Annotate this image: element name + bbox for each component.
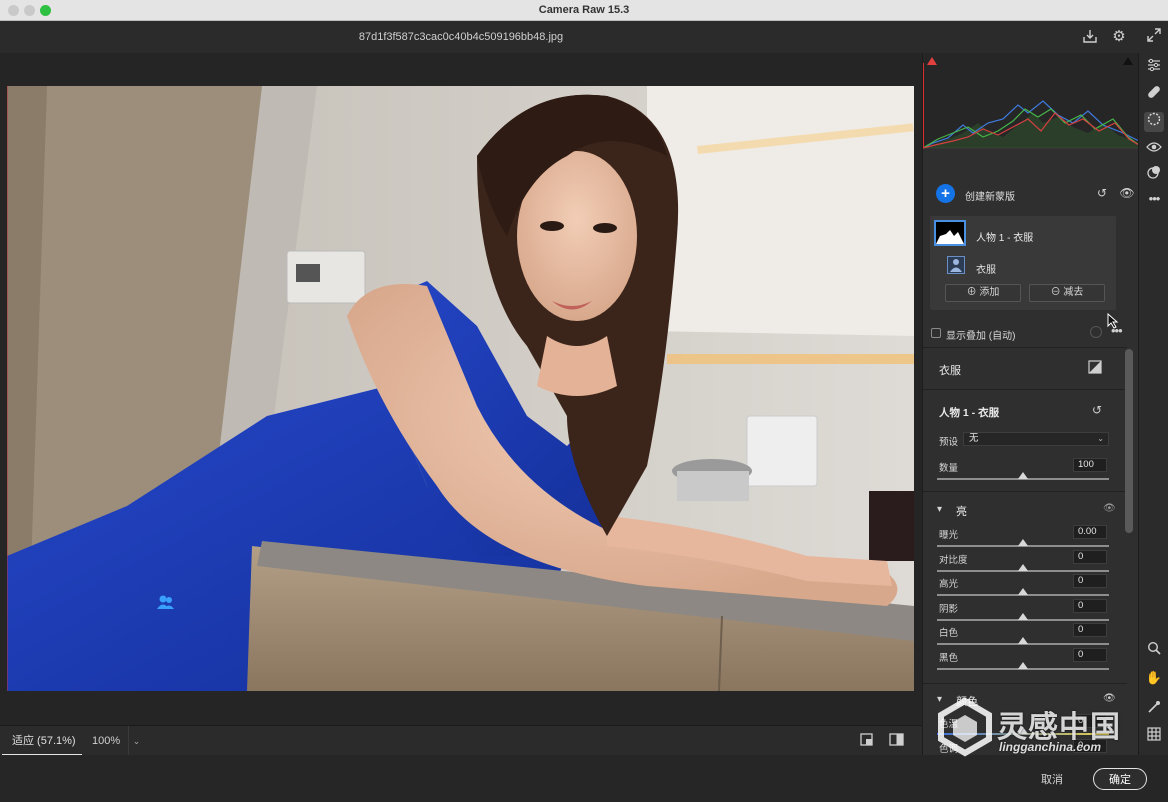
zoom-icon[interactable] — [1144, 641, 1164, 661]
preset-select[interactable]: 无 ⌄ — [963, 432, 1109, 446]
temperature-label: 色温 — [939, 719, 959, 730]
invert-mask-icon[interactable] — [1087, 360, 1103, 376]
highlights-value[interactable]: 0 — [1073, 574, 1107, 588]
image-canvas[interactable] — [0, 53, 922, 725]
shadows-label: 阴影 — [939, 604, 959, 615]
section-component: 衣服 — [923, 347, 1127, 389]
tool-strip: ••• ✋ — [1138, 53, 1168, 755]
zoom-100-option[interactable]: 100% — [92, 726, 120, 756]
zoom-fit-option[interactable]: 适应 (57.1%) — [2, 726, 82, 756]
tint-value[interactable]: 0 — [1073, 739, 1107, 753]
collapse-chevron-icon[interactable]: ▾ — [937, 504, 942, 515]
ok-button[interactable]: 确定 — [1093, 768, 1147, 790]
fullscreen-icon[interactable] — [1145, 28, 1163, 46]
eyedropper-icon[interactable] — [1144, 700, 1164, 720]
temperature-slider-thumb[interactable] — [1018, 727, 1028, 734]
blacks-label: 黑色 — [939, 653, 959, 664]
eye-icon[interactable]: 👁 — [1119, 185, 1135, 201]
sliders-icon[interactable] — [1144, 58, 1164, 78]
show-overlay-label[interactable]: 显示叠加 (自动) — [946, 327, 1015, 342]
overlay-row: 显示叠加 (自动) ••• — [923, 321, 1138, 343]
section-color: ▾ 颜色 👁 色温 0 色调 0 — [923, 683, 1127, 755]
contrast-value[interactable]: 0 — [1073, 550, 1107, 564]
amount-label: 数量 — [939, 463, 959, 474]
more-icon[interactable]: ••• — [1144, 189, 1164, 209]
blacks-slider-thumb[interactable] — [1018, 662, 1028, 669]
add-icon: ⊕ — [966, 287, 980, 298]
presets-icon[interactable] — [1144, 165, 1164, 185]
shadows-value[interactable]: 0 — [1073, 599, 1107, 613]
edit-panel: + 创建新蒙版 ↺ 👁 人物 1 - 衣服 衣服 ⊕ 添加 ⊖ 减去 显示叠加 … — [922, 53, 1138, 755]
window-title: Camera Raw 15.3 — [538, 4, 630, 16]
exposure-label: 曝光 — [939, 530, 959, 541]
mask-header: + 创建新蒙版 ↺ 👁 — [923, 176, 1138, 210]
reset-settings-icon[interactable]: ↺ — [1089, 402, 1105, 418]
subtract-icon: ⊖ — [1050, 287, 1064, 298]
healing-icon[interactable] — [1144, 85, 1164, 105]
shadows-slider-thumb[interactable] — [1018, 613, 1028, 620]
header-bar: 87d1f3f587c3cac0c40b4c509196bb48.jpg ⚙ — [0, 21, 1168, 53]
save-image-icon[interactable] — [1081, 28, 1099, 46]
shadow-clipping-icon[interactable] — [927, 55, 937, 65]
contrast-slider-thumb[interactable] — [1018, 564, 1028, 571]
panel-scrollbar[interactable] — [1125, 349, 1133, 533]
whites-value[interactable]: 0 — [1073, 623, 1107, 637]
highlight-clipping-icon[interactable] — [1123, 55, 1133, 65]
preset-label: 预设 — [939, 437, 959, 448]
hand-icon[interactable]: ✋ — [1144, 668, 1164, 688]
before-after-view-icon[interactable] — [888, 733, 904, 749]
file-name: 87d1f3f587c3cac0c40b4c509196bb48.jpg — [358, 31, 564, 43]
section-mask-settings: 人物 1 - 衣服 ↺ 预设 无 ⌄ 数量 100 — [923, 389, 1127, 489]
highlights-label: 高光 — [939, 579, 959, 590]
single-view-icon[interactable] — [858, 733, 874, 749]
settings-gear-icon[interactable]: ⚙ — [1110, 28, 1128, 46]
footer-bar: 取消 确定 — [0, 755, 1168, 802]
component-name[interactable]: 衣服 — [976, 261, 996, 276]
color-collapse-chevron-icon[interactable]: ▾ — [937, 694, 942, 705]
photo-preview[interactable] — [7, 86, 914, 691]
whites-label: 白色 — [939, 628, 959, 639]
exposure-value[interactable]: 0.00 — [1073, 525, 1107, 539]
cancel-button[interactable]: 取消 — [1026, 768, 1078, 790]
temperature-value[interactable]: 0 — [1073, 714, 1107, 728]
add-mask-button[interactable]: ⊕ 添加 — [945, 284, 1021, 302]
zoom-dropdown-chevron-icon[interactable]: ⌄ — [128, 726, 144, 756]
amount-value[interactable]: 100 — [1073, 458, 1107, 472]
create-mask-plus-icon[interactable]: + — [936, 184, 955, 203]
preset-chevron-icon: ⌄ — [1097, 434, 1104, 443]
mouse-cursor-icon — [1107, 313, 1119, 329]
component-section-title: 衣服 — [939, 365, 961, 377]
color-visibility-eye-icon[interactable]: 👁 — [1103, 693, 1116, 704]
color-group-title[interactable]: 颜色 — [956, 693, 978, 709]
reset-mask-icon[interactable]: ↺ — [1094, 185, 1110, 201]
show-overlay-checkbox[interactable] — [931, 328, 941, 338]
section-light: ▾ 亮 👁 曝光 0.00 对比度 0 高光 0 阴影 0 白色 0 黑色 0 — [923, 491, 1127, 677]
mask-name[interactable]: 人物 1 - 衣服 — [976, 229, 1033, 244]
redeye-icon[interactable] — [1144, 139, 1164, 159]
mask-list: 人物 1 - 衣服 衣服 ⊕ 添加 ⊖ 减去 — [930, 216, 1116, 310]
create-new-mask-label[interactable]: 创建新蒙版 — [965, 188, 1015, 203]
highlights-slider-thumb[interactable] — [1018, 588, 1028, 595]
exposure-slider-thumb[interactable] — [1018, 539, 1028, 546]
grid-icon[interactable] — [1144, 727, 1164, 747]
whites-slider-thumb[interactable] — [1018, 637, 1028, 644]
mask-icon[interactable] — [1144, 112, 1164, 132]
contrast-label: 对比度 — [939, 555, 968, 566]
overlay-color-icon[interactable] — [1090, 326, 1102, 338]
mask-settings-title: 人物 1 - 衣服 — [939, 407, 1000, 419]
component-thumbnail[interactable] — [947, 256, 965, 274]
light-group-title[interactable]: 亮 — [956, 503, 967, 519]
histogram — [923, 53, 1138, 149]
title-bar: Camera Raw 15.3 — [0, 0, 1168, 21]
subtract-mask-button[interactable]: ⊖ 减去 — [1029, 284, 1105, 302]
amount-slider-thumb[interactable] — [1018, 472, 1028, 479]
tint-label: 色调 — [939, 744, 959, 755]
light-visibility-eye-icon[interactable]: 👁 — [1103, 503, 1116, 514]
zoom-bar: 适应 (57.1%) 100% ⌄ — [0, 725, 922, 756]
mask-thumbnail[interactable] — [934, 220, 966, 246]
blacks-value[interactable]: 0 — [1073, 648, 1107, 662]
